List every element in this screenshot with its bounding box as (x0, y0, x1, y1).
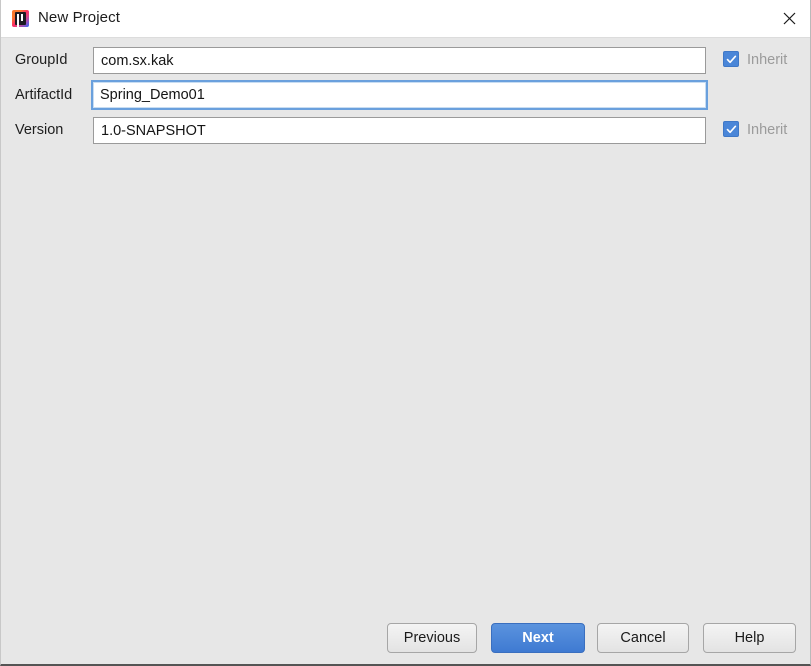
version-inherit-label: Inherit (747, 122, 788, 138)
close-icon (783, 12, 795, 25)
dialog-title: New Project (38, 9, 120, 26)
groupid-label: GroupId (15, 52, 68, 68)
groupid-input[interactable] (93, 47, 706, 74)
dialog-footer: Previous Next Cancel Help (1, 615, 810, 664)
close-button[interactable] (766, 0, 810, 37)
cancel-button[interactable]: Cancel (597, 623, 689, 653)
title-bar: New Project (1, 0, 810, 38)
form-row-artifactid: ArtifactId (1, 80, 810, 117)
help-button[interactable]: Help (703, 623, 796, 653)
next-button[interactable]: Next (491, 623, 585, 653)
artifactid-input[interactable] (91, 80, 708, 110)
version-label: Version (15, 122, 64, 138)
form-row-groupid: GroupId Inherit (1, 47, 810, 82)
version-input[interactable] (93, 117, 706, 144)
groupid-inherit-label: Inherit (747, 52, 788, 68)
previous-button[interactable]: Previous (387, 623, 477, 653)
checkmark-icon (726, 124, 736, 133)
groupid-inherit-checkbox[interactable] (723, 51, 739, 67)
intellij-idea-icon (12, 10, 29, 27)
artifactid-label: ArtifactId (15, 87, 73, 103)
version-inherit-checkbox[interactable] (723, 121, 739, 137)
checkmark-icon (726, 54, 736, 63)
form-row-version: Version Inherit (1, 117, 810, 152)
new-project-dialog: New Project GroupId Inherit ArtifactId (0, 0, 811, 666)
